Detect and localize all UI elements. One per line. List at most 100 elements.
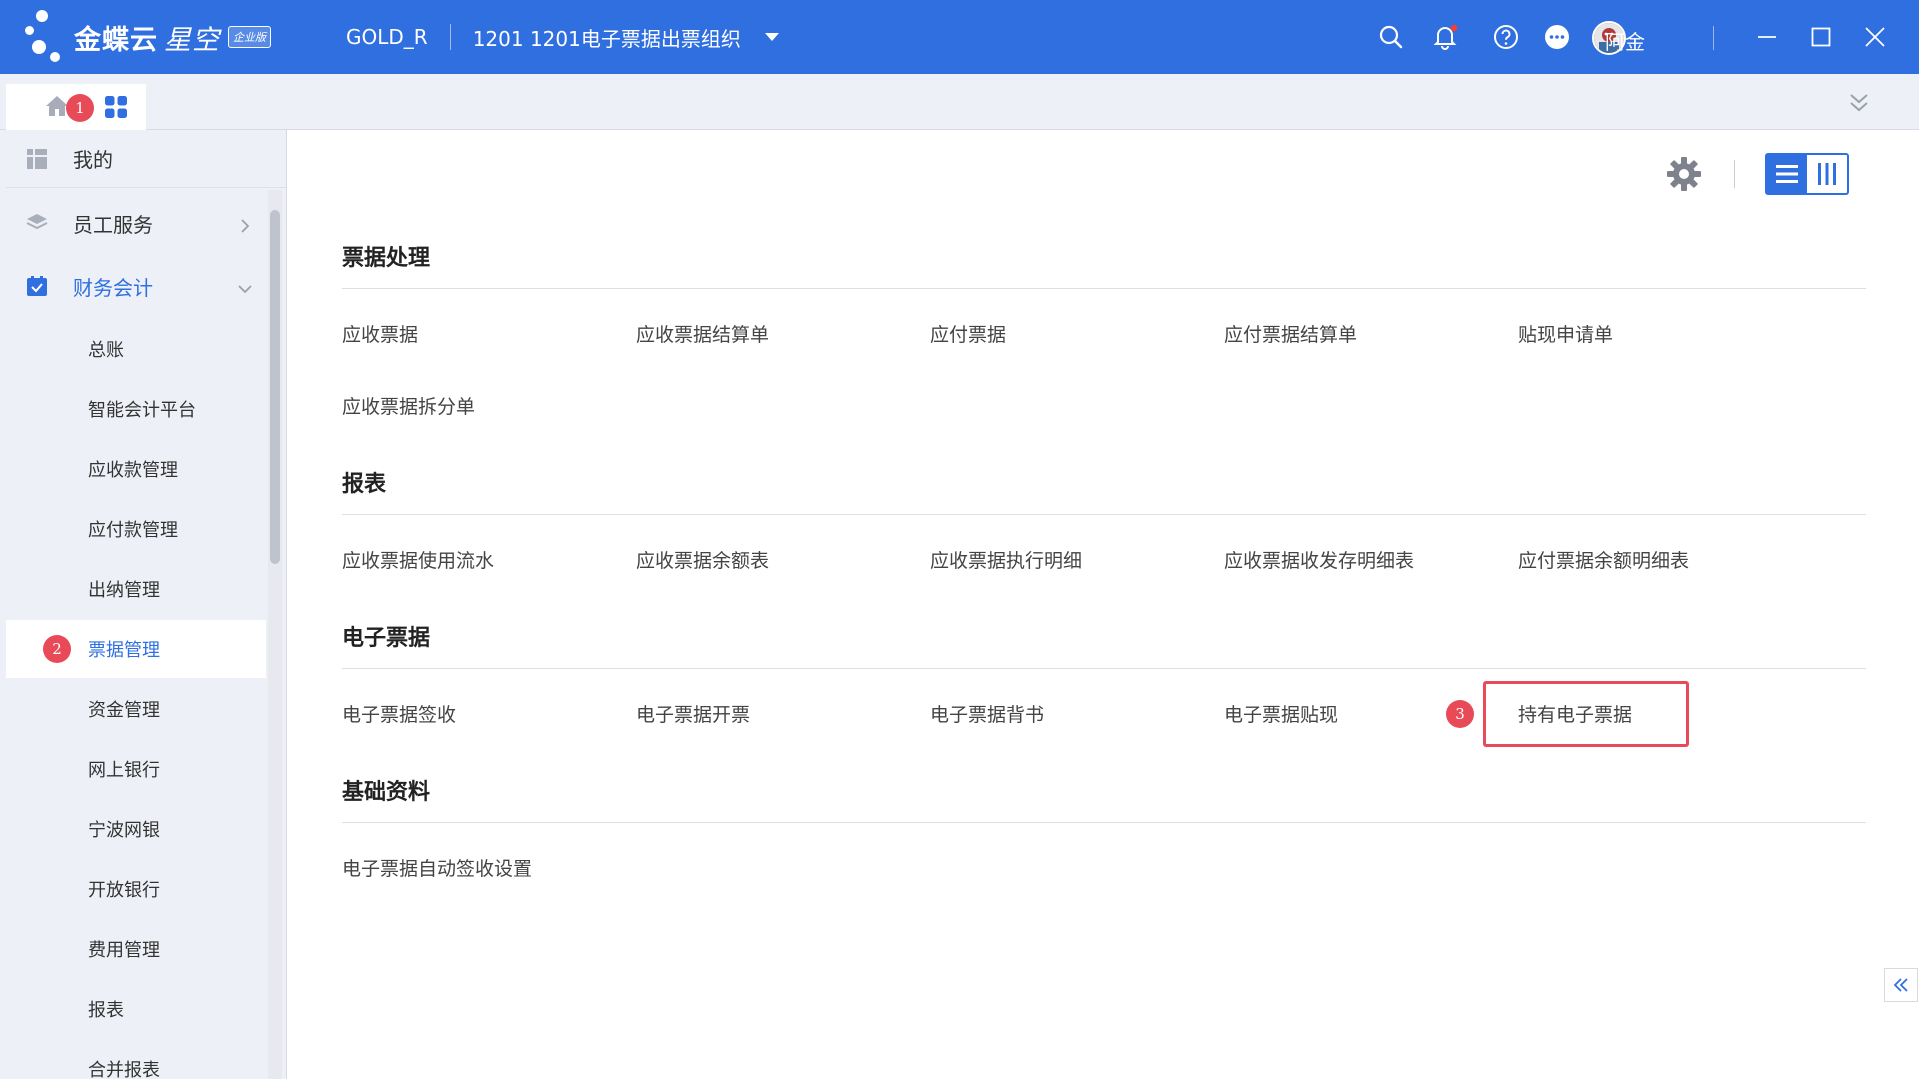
- sidebar-subitem-funds[interactable]: 资金管理: [6, 680, 266, 738]
- logo-text: 金蝶云: [74, 24, 158, 56]
- org-divider: [449, 24, 451, 50]
- link-notes-receivable-split[interactable]: 应收票据拆分单: [342, 392, 475, 419]
- sidebar-scroll-thumb[interactable]: [270, 210, 280, 564]
- sidebar-subitem-label: 开放银行: [88, 880, 160, 901]
- link-held-e-bills[interactable]: 持有电子票据: [1518, 700, 1632, 727]
- sidebar-subitem-general-ledger[interactable]: 总账: [6, 320, 266, 378]
- caret-down-icon[interactable]: [764, 33, 779, 41]
- section-title-base-data: 基础资料: [342, 780, 431, 805]
- sidebar-subitem-label: 智能会计平台: [88, 400, 196, 421]
- sidebar-subitem-open-bank[interactable]: 开放银行: [6, 860, 266, 918]
- link-receivable-usage-flow[interactable]: 应收票据使用流水: [342, 546, 494, 573]
- main-toolbar: [1664, 152, 1849, 196]
- edition-badge: 企业版: [228, 26, 271, 48]
- search-icon[interactable]: [1376, 22, 1406, 52]
- section-divider: [342, 822, 1866, 823]
- section-divider: [342, 668, 1866, 669]
- sidebar-subitem-ningbo-bank[interactable]: 宁波网银: [6, 800, 266, 858]
- dashboard-icon: [26, 148, 48, 174]
- grid-apps-icon[interactable]: [104, 95, 128, 123]
- toolbar-divider: [1734, 160, 1735, 188]
- sidebar-item-label: 员工服务: [73, 212, 153, 237]
- sidebar-item-finance[interactable]: 财务会计: [6, 255, 266, 317]
- section-divider: [342, 514, 1866, 515]
- home-tab[interactable]: 1: [6, 84, 146, 130]
- sidebar-subitem-reports[interactable]: 报表: [6, 980, 266, 1038]
- sidebar-subitem-label: 合并报表: [88, 1060, 160, 1079]
- list-view-icon[interactable]: [1767, 155, 1807, 193]
- sidebar-subitem-label: 票据管理: [88, 640, 160, 661]
- link-receivable-inout-detail[interactable]: 应收票据收发存明细表: [1224, 546, 1414, 573]
- sidebar-subitem-label: 费用管理: [88, 940, 160, 961]
- section-title-e-bills: 电子票据: [342, 626, 431, 651]
- more-apps-icon[interactable]: [1542, 22, 1572, 52]
- sidebar-item-label: 财务会计: [73, 275, 153, 300]
- sidebar-subitem-receivables[interactable]: 应收款管理: [6, 440, 266, 498]
- logo: 金蝶云 星空 企业版: [22, 10, 271, 64]
- gear-icon[interactable]: [1664, 154, 1704, 194]
- bell-icon[interactable]: [1430, 22, 1460, 52]
- view-mode-toggle: [1765, 153, 1849, 195]
- link-notes-payable[interactable]: 应付票据: [930, 320, 1006, 347]
- sidebar-subitem-bill-management[interactable]: 2 票据管理: [6, 620, 266, 678]
- section-divider: [342, 288, 1866, 289]
- sidebar-subitem-consolidated-reports[interactable]: 合并报表: [6, 1040, 266, 1079]
- link-receivable-balance[interactable]: 应收票据余额表: [636, 546, 769, 573]
- link-e-bill-issue[interactable]: 电子票据开票: [636, 700, 750, 727]
- logo-subtext: 星空: [164, 24, 220, 56]
- tab-strip: 1: [0, 74, 1919, 130]
- double-chevron-down-icon[interactable]: [1846, 90, 1872, 116]
- layers-icon: [26, 212, 48, 234]
- sidebar: 我的 员工服务 财务会计 总账 智能会计平台 应收款管理 应付款管理 出纳管理: [0, 130, 287, 1079]
- logo-dots-icon: [22, 10, 68, 64]
- section-title-bill-processing: 票据处理: [342, 246, 431, 271]
- sidebar-subitem-cashier[interactable]: 出纳管理: [6, 560, 266, 618]
- step-badge-3: 3: [1446, 700, 1474, 728]
- current-user-code[interactable]: GOLD_R: [346, 25, 428, 49]
- chevron-down-icon[interactable]: [238, 277, 252, 294]
- link-e-bill-endorse[interactable]: 电子票据背书: [930, 700, 1044, 727]
- chevron-right-icon[interactable]: [238, 214, 252, 233]
- link-notes-receivable-settlement[interactable]: 应收票据结算单: [636, 320, 769, 347]
- sidebar-subitem-label: 资金管理: [88, 700, 160, 721]
- step-badge-2: 2: [43, 635, 71, 663]
- link-e-bill-auto-sign-settings[interactable]: 电子票据自动签收设置: [342, 854, 532, 881]
- link-receivable-execution-detail[interactable]: 应收票据执行明细: [930, 546, 1082, 573]
- section-title-reports: 报表: [342, 472, 387, 497]
- link-discount-application[interactable]: 贴现申请单: [1518, 320, 1613, 347]
- sidebar-item-employee-services[interactable]: 员工服务: [6, 192, 266, 254]
- minimize-icon[interactable]: [1752, 22, 1782, 52]
- sidebar-subitem-label: 网上银行: [88, 760, 160, 781]
- link-notes-receivable[interactable]: 应收票据: [342, 320, 418, 347]
- link-payable-balance-detail[interactable]: 应付票据余额明细表: [1518, 546, 1689, 573]
- sidebar-subitem-label: 应付款管理: [88, 520, 178, 541]
- main-panel: 票据处理 应收票据 应收票据结算单 应付票据 应付票据结算单 贴现申请单 应收票…: [288, 130, 1919, 1079]
- close-icon[interactable]: [1860, 22, 1890, 52]
- maximize-icon[interactable]: [1806, 22, 1836, 52]
- link-e-bill-discount[interactable]: 电子票据贴现: [1224, 700, 1338, 727]
- user-name[interactable]: 阿金: [1605, 26, 1645, 55]
- step-badge-1: 1: [66, 94, 94, 122]
- sidebar-item-mine[interactable]: 我的: [6, 130, 286, 188]
- sidebar-subitem-label: 应收款管理: [88, 460, 178, 481]
- sidebar-subitem-label: 出纳管理: [88, 580, 160, 601]
- title-bar: 金蝶云 星空 企业版 GOLD_R 1201 1201电子票据出票组织 阿金: [0, 0, 1919, 74]
- sidebar-subitem-label: 报表: [88, 1000, 124, 1021]
- sidebar-subitem-payables[interactable]: 应付款管理: [6, 500, 266, 558]
- sidebar-subitem-accounting-platform[interactable]: 智能会计平台: [6, 380, 266, 438]
- app-window: 金蝶云 星空 企业版 GOLD_R 1201 1201电子票据出票组织 阿金 1…: [0, 0, 1919, 1079]
- help-icon[interactable]: [1491, 22, 1521, 52]
- window-controls-divider: [1713, 26, 1714, 50]
- double-chevron-left-icon[interactable]: [1884, 968, 1918, 1002]
- sidebar-item-label: 我的: [73, 148, 113, 172]
- org-selector[interactable]: GOLD_R 1201 1201电子票据出票组织: [346, 22, 779, 52]
- sidebar-subitem-expenses[interactable]: 费用管理: [6, 920, 266, 978]
- finance-icon: [26, 275, 48, 297]
- link-e-bill-sign[interactable]: 电子票据签收: [342, 700, 456, 727]
- current-org[interactable]: 1201 1201电子票据出票组织: [473, 23, 741, 52]
- sidebar-subitem-online-bank[interactable]: 网上银行: [6, 740, 266, 798]
- sidebar-subitem-label: 总账: [88, 340, 124, 361]
- sidebar-scrollbar[interactable]: [268, 190, 282, 1079]
- column-view-icon[interactable]: [1807, 155, 1847, 193]
- link-notes-payable-settlement[interactable]: 应付票据结算单: [1224, 320, 1357, 347]
